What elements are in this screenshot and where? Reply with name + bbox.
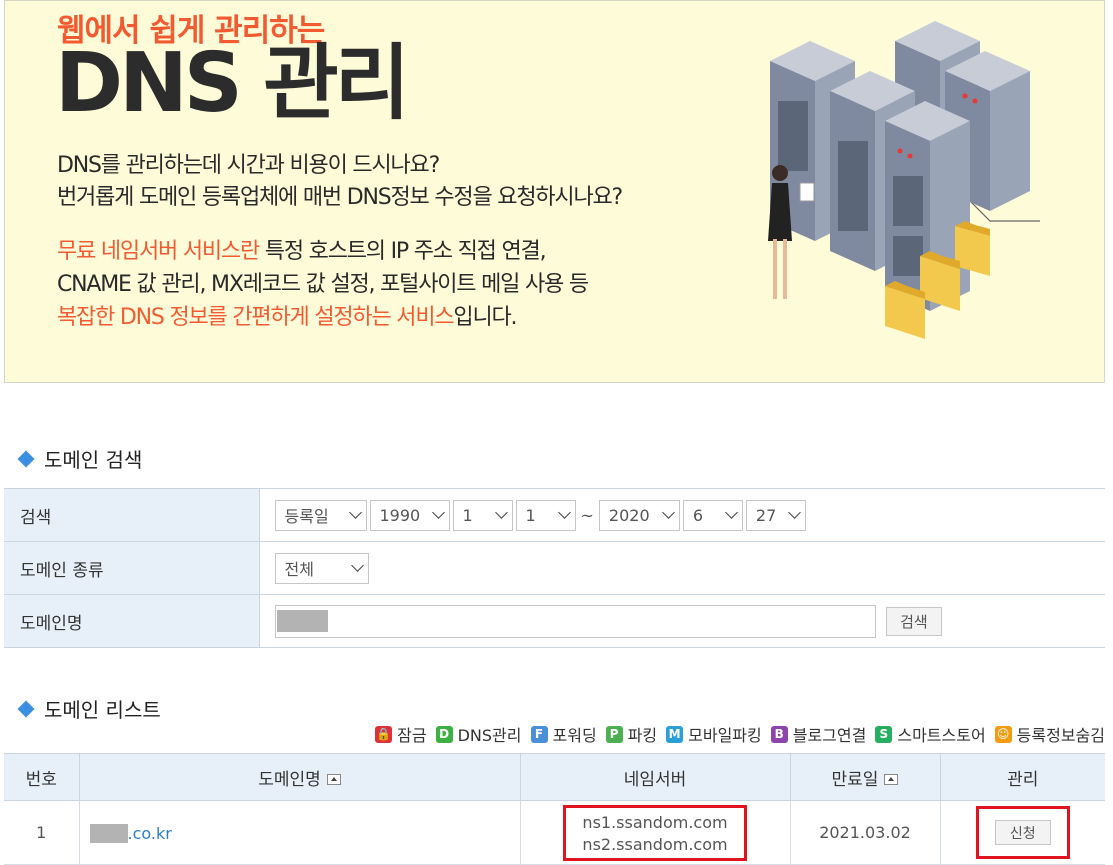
domain-list-title-text: 도메인 리스트 (44, 698, 161, 722)
banner-line-2: 번거롭게 도메인 등록업체에 매번 DNS정보 수정을 요청하시나요? (57, 185, 623, 210)
legend-label: 블로그연결 (792, 726, 867, 745)
manage-cell: 신청 (940, 800, 1105, 865)
legend-label: 파킹 (627, 726, 658, 745)
status-legend: 🔒 잠금 D DNS관리 F 포워딩 P 파킹 M 모바일파킹 B 블로그연결 S 스마트스토어 ☺ 등록정보… (366, 722, 1105, 746)
banner-line-3-rest: 특정 호스트의 IP 주소 직접 연결, (259, 239, 547, 264)
nameserver-2: ns2.ssandom.com (582, 834, 728, 854)
section-diamond-icon (17, 450, 35, 467)
table-row: 1 .co.kr ns1.ssandom.com ns2.ssandom.com… (4, 800, 1105, 865)
legend-item: P 파킹 (605, 722, 658, 746)
redacted-text (89, 823, 128, 843)
nameserver-highlight: ns1.ssandom.com ns2.ssandom.com (563, 804, 747, 861)
request-button[interactable]: 신청 (994, 820, 1051, 845)
domain-search-form: 검색 등록일 1990 1 1 ~2020 6 27 도메인 종류 전체 도메인명 검색 (4, 488, 1105, 648)
domain-cell: .co.kr (79, 800, 521, 865)
from-month-select[interactable]: 1 (452, 499, 513, 531)
legend-item: M 모바일파킹 (666, 722, 762, 746)
domain-list-title: 도메인 리스트 (17, 694, 161, 723)
legend-label: 포워딩 (552, 726, 597, 745)
lock-icon: 🔒 (375, 725, 393, 743)
chevron-down-icon (350, 559, 364, 572)
dns-banner: 웹에서 쉽게 관리하는 DNS 관리 DNS를 관리하는데 시간과 비용이 드시… (4, 0, 1105, 383)
legend-item: D DNS관리 (435, 722, 522, 746)
sort-icon[interactable] (884, 774, 899, 785)
chevron-down-icon (431, 506, 445, 519)
domain-name-input[interactable] (274, 604, 876, 638)
from-year-select[interactable]: 1990 (369, 499, 450, 531)
column-expiry[interactable]: 만료일 (790, 753, 941, 801)
search-label: 검색 (4, 488, 260, 542)
privacy-icon: ☺ (994, 725, 1012, 743)
row-number: 1 (4, 800, 80, 865)
legend-label: 스마트스토어 (897, 726, 986, 745)
legend-label: 등록정보숨김 (1016, 726, 1105, 745)
parking-icon: P (605, 725, 623, 743)
range-separator: ~ (580, 505, 594, 525)
legend-item: F 포워딩 (530, 722, 597, 746)
domain-search-title: 도메인 검색 (17, 444, 143, 473)
date-field-select[interactable]: 등록일 (274, 499, 367, 531)
banner-line-5: 복잡한 DNS 정보를 간편하게 설정하는 서비스입니다. (57, 299, 518, 331)
column-nameserver: 네임서버 (520, 753, 791, 801)
legend-label: DNS관리 (457, 726, 522, 745)
banner-line-3-highlight: 무료 네임서버 서비스란 (57, 239, 260, 264)
legend-item: S 스마트스토어 (875, 722, 986, 746)
domain-search-title-text: 도메인 검색 (44, 448, 143, 472)
forwarding-icon: F (530, 725, 548, 743)
expiry-date: 2021.03.02 (790, 800, 941, 865)
column-number: 번호 (4, 753, 80, 801)
mobile-parking-icon: M (666, 725, 684, 743)
legend-item: B 블로그연결 (770, 722, 867, 746)
from-day-select[interactable]: 1 (515, 499, 576, 531)
request-highlight: 신청 (975, 806, 1070, 859)
chevron-down-icon (348, 506, 362, 519)
domain-type-label: 도메인 종류 (4, 541, 260, 595)
banner-line-1: DNS를 관리하는데 시간과 비용이 드시나요? (57, 153, 440, 178)
chevron-down-icon (494, 506, 508, 519)
redacted-text (276, 609, 328, 632)
search-button[interactable]: 검색 (885, 606, 942, 636)
sort-icon[interactable] (326, 774, 341, 785)
banner-line-5-highlight: 복잡한 DNS 정보를 간편하게 설정하는 서비스 (57, 305, 455, 330)
banner-title: DNS 관리 (55, 36, 410, 131)
column-domain[interactable]: 도메인명 (79, 753, 521, 801)
to-day-select[interactable]: 27 (745, 499, 806, 531)
banner-line-3: 무료 네임서버 서비스란 특정 호스트의 IP 주소 직접 연결, (57, 233, 547, 265)
chevron-down-icon (557, 506, 571, 519)
blog-icon: B (770, 725, 788, 743)
chevron-down-icon (725, 506, 738, 519)
column-manage: 관리 (940, 753, 1105, 801)
domain-name-label: 도메인명 (4, 594, 260, 648)
domain-type-select[interactable]: 전체 (274, 552, 369, 584)
nameserver-1: ns1.ssandom.com (582, 812, 728, 832)
chevron-down-icon (662, 506, 675, 519)
search-date-range: 등록일 1990 1 1 ~2020 6 27 (259, 488, 1105, 542)
banner-line-5-rest: 입니다. (453, 305, 517, 330)
to-year-select[interactable]: 2020 (598, 499, 680, 531)
legend-item: 🔒 잠금 (375, 722, 427, 746)
legend-label: 모바일파킹 (688, 726, 762, 745)
legend-item: ☺ 등록정보숨김 (994, 722, 1105, 746)
to-month-select[interactable]: 6 (682, 499, 743, 531)
section-diamond-icon (17, 700, 35, 717)
dns-icon: D (435, 725, 453, 743)
server-illustration (768, 21, 1040, 339)
smartstore-icon: S (875, 725, 893, 743)
nameserver-cell: ns1.ssandom.com ns2.ssandom.com (520, 800, 791, 865)
legend-label: 잠금 (397, 726, 427, 745)
banner-line-4: CNAME 값 관리, MX레코드 값 설정, 포털사이트 메일 사용 등 (57, 272, 589, 297)
domain-link[interactable]: .co.kr (128, 824, 172, 843)
chevron-down-icon (788, 506, 801, 519)
domain-list-table: 번호 도메인명 네임서버 만료일 관리 1 .co.kr ns1.ssandom… (4, 753, 1105, 865)
